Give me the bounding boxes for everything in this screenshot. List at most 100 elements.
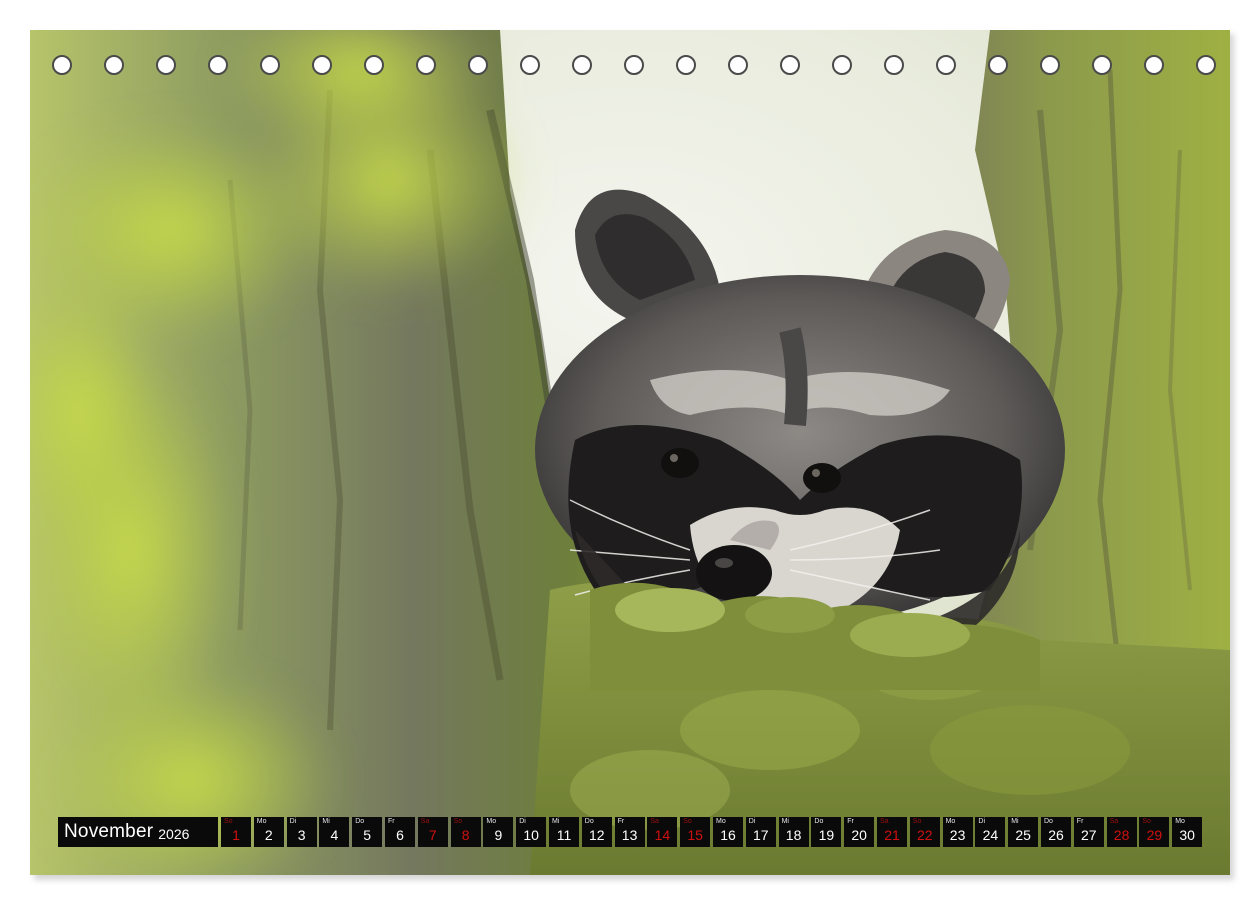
binding-hole: [728, 55, 748, 75]
binding-hole: [104, 55, 124, 75]
binding-hole: [1040, 55, 1060, 75]
day-number: 18: [785, 827, 802, 843]
day-cell: Do 5: [352, 817, 383, 847]
day-weekday: So: [683, 818, 692, 825]
day-weekday: So: [1142, 818, 1151, 825]
day-cell: Di 17: [745, 817, 776, 847]
day-cell: Fr 27: [1073, 817, 1104, 847]
day-weekday: Do: [814, 818, 824, 825]
day-cell: Sa 21: [877, 817, 907, 847]
binding-hole: [468, 55, 488, 75]
day-cell: Mo 30: [1172, 817, 1203, 847]
day-number: 2: [264, 827, 273, 843]
binding-hole: [208, 55, 228, 75]
day-number: 16: [720, 827, 736, 843]
day-cell: Fr 6: [385, 817, 415, 847]
day-weekday: So: [912, 818, 922, 825]
month-label: November 2026: [58, 817, 218, 847]
day-number: 22: [917, 827, 933, 843]
day-number: 23: [949, 827, 966, 843]
binding-hole: [260, 55, 280, 75]
day-weekday: Sa: [880, 818, 889, 825]
day-cell: Sa 7: [417, 817, 448, 847]
day-number: 24: [982, 827, 999, 843]
day-weekday: Mo: [716, 818, 726, 825]
day-weekday: Di: [748, 818, 756, 825]
day-cell: Sa 14: [647, 817, 678, 847]
day-weekday: Mo: [256, 818, 267, 825]
month-name: November: [64, 821, 154, 842]
day-number: 30: [1179, 827, 1195, 843]
day-weekday: Fr: [1076, 818, 1084, 825]
day-number: 19: [818, 827, 835, 843]
binding-hole: [520, 55, 540, 75]
day-cell: Do 19: [811, 817, 842, 847]
day-weekday: Mi: [1011, 818, 1019, 825]
day-cell: Di 24: [975, 817, 1006, 847]
day-weekday: Di: [519, 818, 526, 825]
raccoon-photo: [30, 30, 1230, 875]
day-cell: So 15: [680, 817, 711, 847]
day-weekday: Fr: [847, 818, 854, 825]
day-number: 6: [396, 827, 404, 843]
day-weekday: Do: [355, 818, 365, 825]
day-cell: Fr 20: [844, 817, 875, 847]
day-weekday: Mi: [552, 818, 560, 825]
day-number: 13: [621, 827, 638, 843]
raccoon-illustration: [30, 30, 1230, 875]
day-number: 3: [297, 827, 306, 843]
day-number: 27: [1081, 827, 1097, 843]
day-cell: Sa 28: [1106, 817, 1137, 847]
binding-hole: [676, 55, 696, 75]
day-number: 12: [589, 827, 605, 843]
day-weekday: Mo: [486, 818, 497, 825]
day-number: 21: [884, 827, 900, 843]
day-number: 29: [1146, 827, 1163, 843]
day-number: 7: [428, 827, 437, 843]
day-number: 25: [1015, 827, 1031, 843]
day-cell: Mo 16: [713, 817, 743, 847]
day-number: 14: [654, 827, 671, 843]
binding-holes: [52, 55, 1216, 79]
day-number: 8: [461, 827, 470, 843]
binding-hole: [572, 55, 592, 75]
day-number: 1: [232, 827, 240, 843]
binding-hole: [780, 55, 800, 75]
day-cell: So 22: [909, 817, 940, 847]
day-number: 28: [1113, 827, 1130, 843]
day-weekday: Sa: [1109, 818, 1119, 825]
day-cell: Mi 4: [319, 817, 350, 847]
day-cell: Di 10: [516, 817, 547, 847]
day-number: 5: [363, 827, 372, 843]
day-weekday: Sa: [420, 818, 430, 825]
day-weekday: So: [453, 818, 463, 825]
binding-hole: [988, 55, 1008, 75]
day-cell: Mi 18: [778, 817, 809, 847]
binding-hole: [936, 55, 956, 75]
binding-hole: [1144, 55, 1164, 75]
binding-hole: [1196, 55, 1216, 75]
day-cell: Do 12: [581, 817, 612, 847]
day-weekday: Mo: [945, 818, 956, 825]
day-weekday: Mi: [322, 818, 330, 825]
day-cell: So 29: [1139, 817, 1170, 847]
day-cell: Mo 9: [483, 817, 514, 847]
day-weekday: Fr: [388, 818, 395, 825]
day-number: 17: [753, 827, 769, 843]
day-weekday: Do: [584, 818, 594, 825]
calendar-strip: November 2026 So 1 Mo 2 Di 3 Mi 4 Do 5 Fr 6 Sa 7 So 8 Mo…: [58, 817, 1203, 847]
day-cell: So 1: [221, 817, 251, 847]
day-number: 11: [556, 827, 572, 843]
day-weekday: Mi: [781, 818, 789, 825]
day-weekday: Sa: [650, 818, 659, 825]
binding-hole: [364, 55, 384, 75]
binding-hole: [624, 55, 644, 75]
day-weekday: Fr: [617, 818, 625, 825]
day-cell: Mi 11: [549, 817, 579, 847]
day-weekday: Di: [978, 818, 986, 825]
day-cell: Do 26: [1041, 817, 1071, 847]
day-number: 4: [330, 827, 339, 843]
day-weekday: So: [224, 818, 233, 825]
day-number: 20: [851, 827, 867, 843]
binding-hole: [312, 55, 332, 75]
